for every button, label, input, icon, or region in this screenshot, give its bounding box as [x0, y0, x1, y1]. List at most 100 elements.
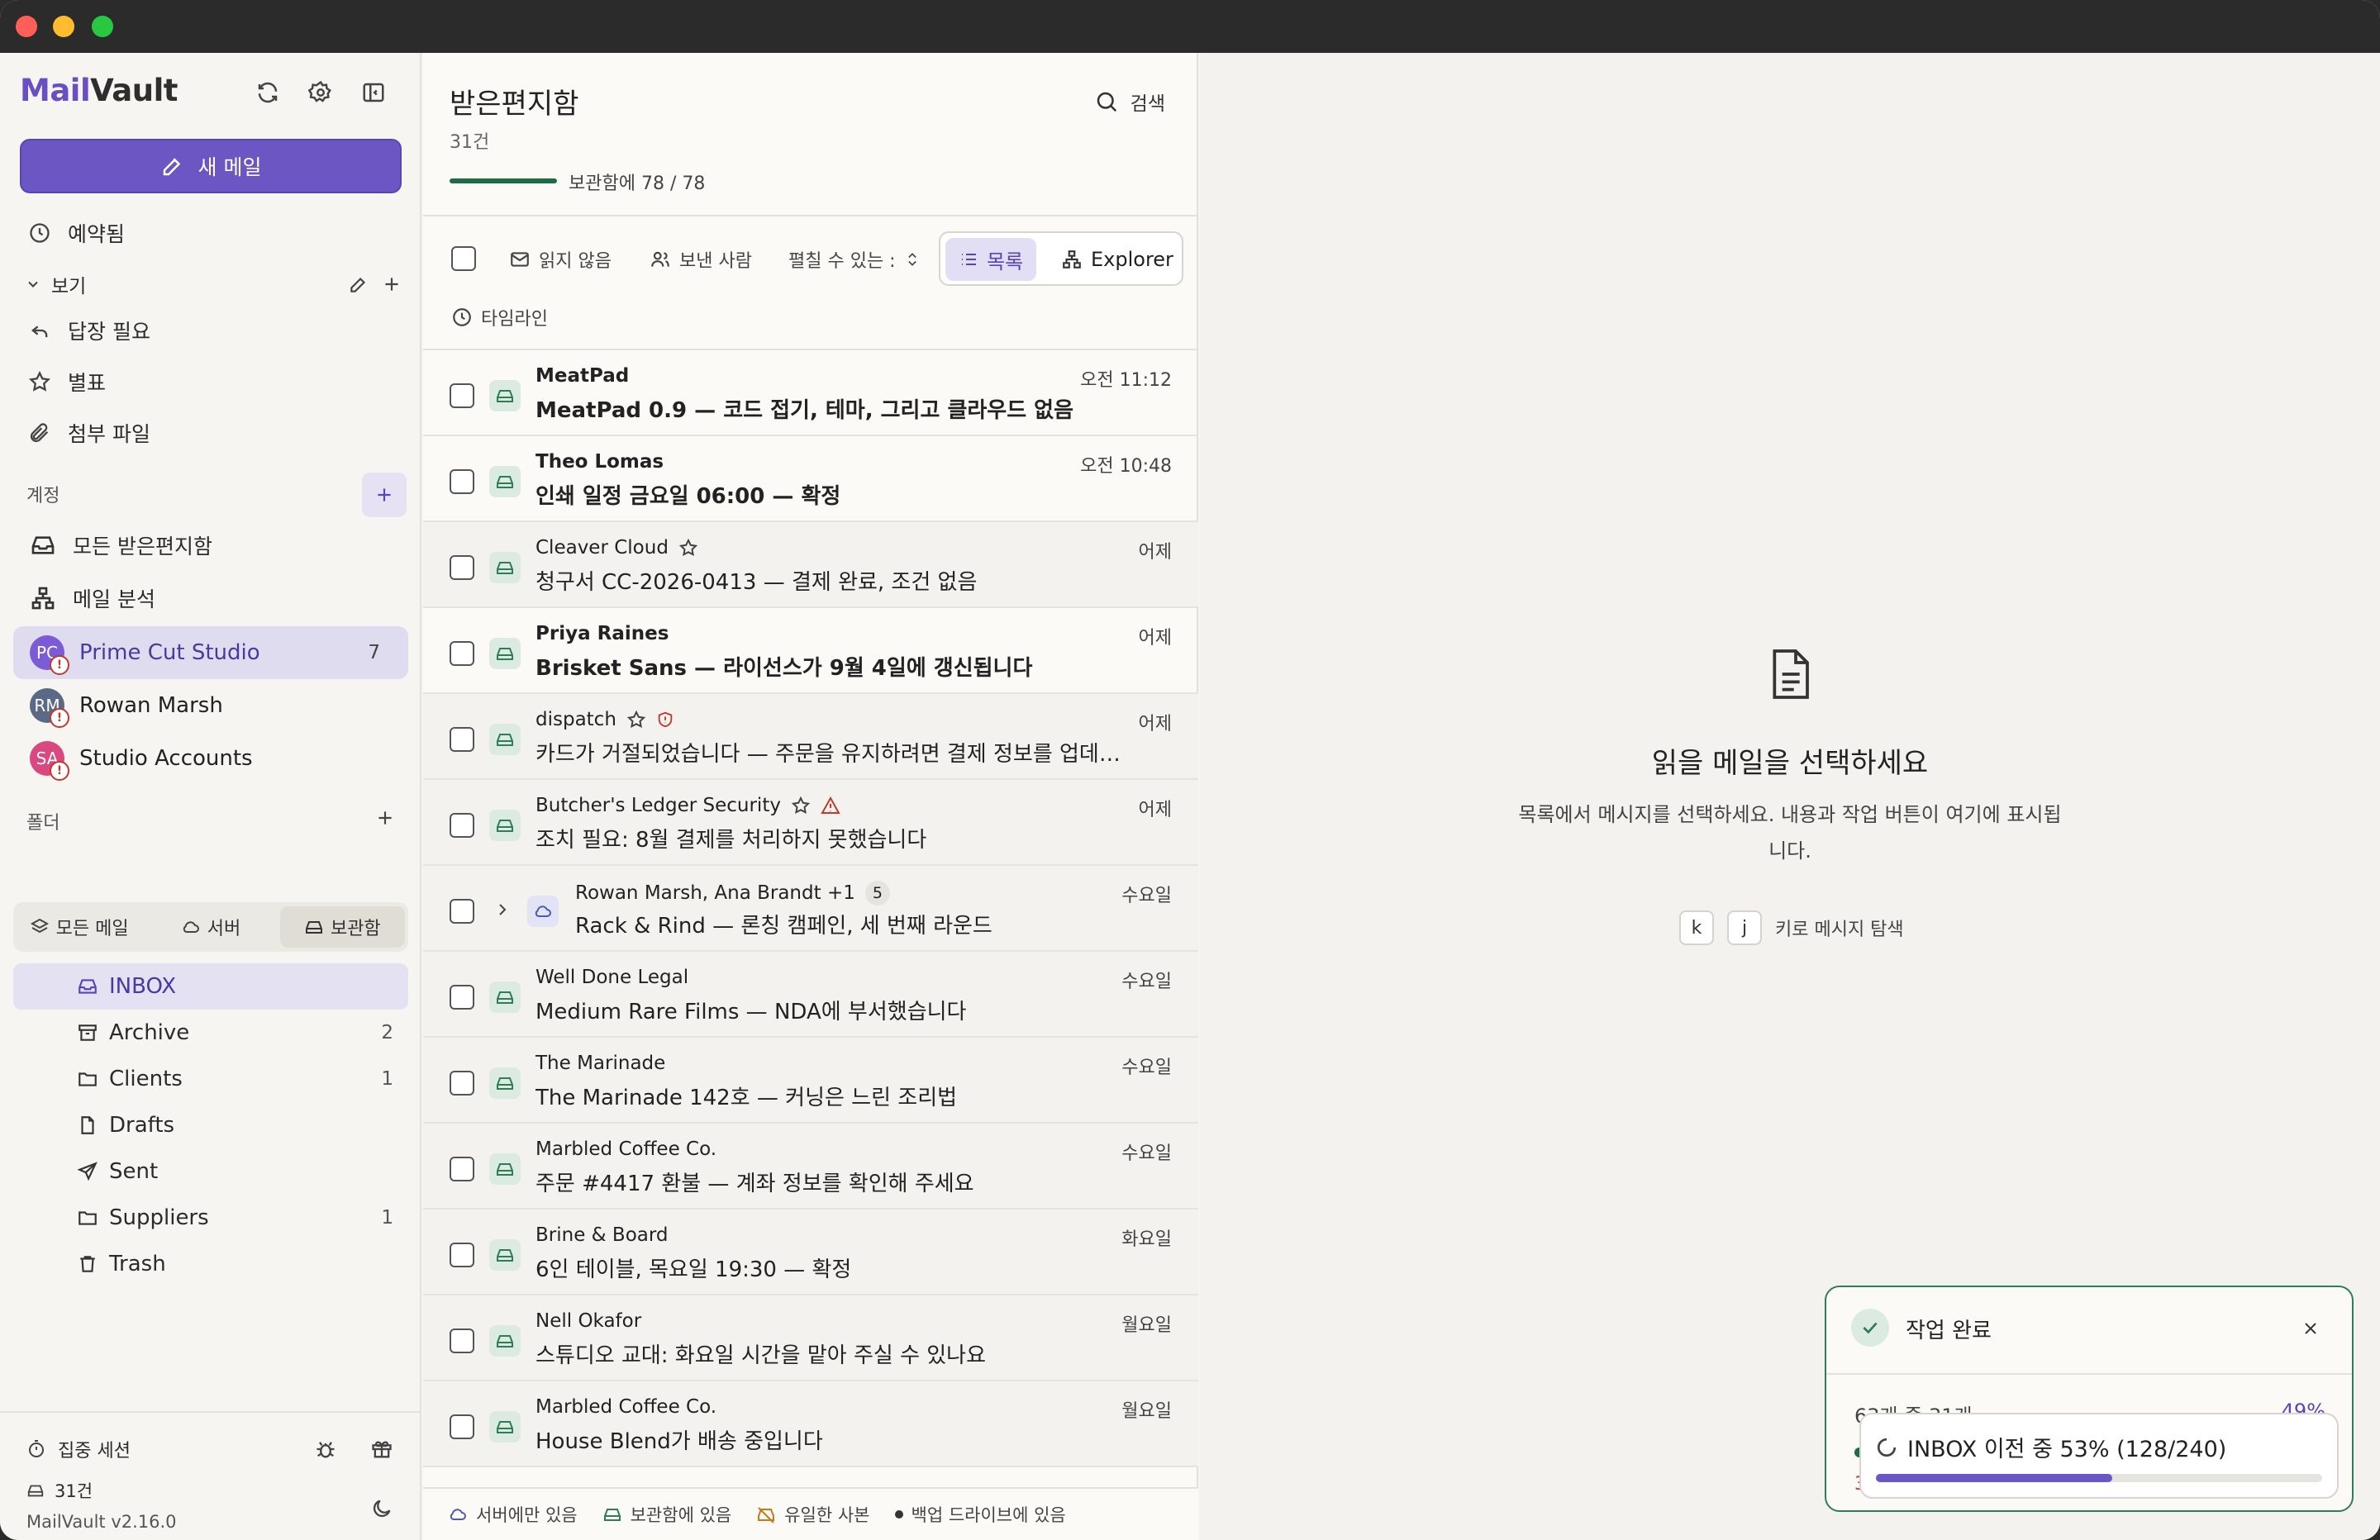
folder-archive[interactable]: Archive 2 [13, 1010, 408, 1056]
view-explorer-button[interactable]: Explorer [1048, 238, 1187, 281]
row-checkbox[interactable] [450, 469, 474, 494]
drive-icon [489, 1153, 521, 1185]
table-row[interactable]: Rowan Marsh, Ana Brandt +1 5 Rack & Rind —… [423, 866, 1198, 952]
search-icon [1097, 92, 1116, 112]
view-toggle: 목록 Explorer [939, 231, 1183, 286]
row-checkbox[interactable] [450, 727, 474, 752]
row-date: 수요일 [1121, 972, 1172, 992]
select-all-checkbox[interactable] [451, 246, 476, 271]
row-checkbox[interactable] [450, 641, 474, 666]
row-checkbox[interactable] [450, 1157, 474, 1181]
thread-count-badge: 5 [864, 881, 890, 905]
bug-icon[interactable] [307, 1431, 344, 1467]
edit-views-icon[interactable] [340, 266, 377, 302]
row-subject: 조치 필요: 8월 결제를 처리하지 못했습니다 [536, 828, 927, 853]
folder-drafts[interactable]: Drafts [13, 1102, 408, 1148]
row-date: 어제 [1138, 628, 1172, 649]
star-icon[interactable] [791, 796, 811, 815]
row-checkbox[interactable] [450, 1328, 474, 1353]
folder-suppliers[interactable]: Suppliers 1 [13, 1195, 408, 1241]
folder-clients[interactable]: Clients 1 [13, 1056, 408, 1102]
sidebar-item-attachments[interactable]: 첨부 파일 [28, 416, 150, 449]
zoom-window-button[interactable] [92, 16, 113, 37]
search-button[interactable]: 검색 [1094, 88, 1165, 116]
table-row[interactable]: Nell Okafor 스튜디오 교대: 화요일 시간을 맡아 주실 수 있나요 월… [423, 1295, 1198, 1381]
focus-session-button[interactable]: 집중 세션 [26, 1433, 131, 1466]
table-row[interactable]: Priya Raines Brisket Sans — 라이선스가 9월 4일에 … [423, 608, 1198, 694]
segment-server[interactable]: 서버 [148, 906, 273, 948]
sender-name: Priya Raines [536, 623, 669, 644]
archive-icon [79, 1024, 97, 1041]
sidebar-item-all-inboxes[interactable]: 모든 받은편지함 [30, 529, 212, 562]
sidebar-item-needs-reply[interactable]: 답장 필요 [28, 314, 150, 347]
warning-badge-icon: ! [50, 655, 69, 675]
sidebar-item-mail-analytics[interactable]: 메일 분석 [30, 582, 155, 615]
legend-only-copy: 유일한 사본 [756, 1502, 870, 1527]
sidebar-item-starred[interactable]: 별표 [28, 365, 106, 398]
close-icon[interactable] [2294, 1312, 2327, 1345]
views-section-toggle[interactable]: 보기 [25, 268, 86, 301]
account-studio-accounts[interactable]: SA! Studio Accounts [13, 732, 408, 785]
table-row[interactable]: Theo Lomas 인쇄 일정 금요일 06:00 — 확정 오전 10:48 [423, 436, 1198, 522]
drive-icon [27, 1485, 44, 1497]
key-k: k [1679, 910, 1714, 945]
add-account-icon[interactable] [362, 473, 407, 517]
chevron-right-icon[interactable] [493, 897, 512, 925]
sender-name: Well Done Legal [536, 967, 689, 988]
row-checkbox[interactable] [450, 1243, 474, 1267]
moon-icon[interactable] [364, 1490, 400, 1527]
row-date: 월요일 [1121, 1315, 1172, 1336]
table-row[interactable]: Well Done Legal Medium Rare Films — NDA에 … [423, 952, 1198, 1038]
collapse-sidebar-icon[interactable] [355, 74, 392, 111]
row-checkbox[interactable] [450, 985, 474, 1010]
segment-vault[interactable]: 보관함 [279, 906, 405, 948]
timeline-button[interactable]: 타임라인 [451, 304, 548, 330]
account-rowan-marsh[interactable]: RM! Rowan Marsh [13, 679, 408, 732]
star-icon[interactable] [626, 710, 646, 730]
filter-expandable-select[interactable]: 펼칠 수 있는 : [788, 246, 921, 273]
table-row[interactable]: dispatch 카드가 거절되었습니다 — 주문을 유지하려면 결제 정보를 업… [423, 694, 1198, 780]
gift-icon[interactable] [364, 1431, 400, 1467]
view-list-button[interactable]: 목록 [945, 238, 1037, 281]
row-checkbox[interactable] [450, 813, 474, 838]
row-checkbox[interactable] [450, 383, 474, 408]
account-prime-cut-studio[interactable]: PC! Prime Cut Studio 7 [13, 626, 408, 679]
row-checkbox[interactable] [450, 1071, 474, 1096]
minimize-window-button[interactable] [53, 16, 74, 37]
star-icon[interactable] [678, 538, 698, 558]
drive-icon [489, 638, 521, 669]
table-row[interactable]: Marbled Coffee Co. 주문 #4417 환불 — 계좌 정보를 확… [423, 1124, 1198, 1210]
folder-trash[interactable]: Trash [13, 1241, 408, 1287]
reply-icon [31, 326, 48, 338]
sidebar-item-scheduled[interactable]: 예약됨 [28, 216, 125, 250]
filter-sender[interactable]: 보낸 사람 [650, 246, 752, 273]
table-row[interactable]: Marbled Coffee Co. House Blend가 배송 중입니다 월요… [423, 1381, 1198, 1467]
filter-unread[interactable]: 읽지 않음 [509, 246, 612, 273]
add-view-icon[interactable] [374, 266, 410, 302]
refresh-icon[interactable] [250, 74, 286, 111]
row-checkbox[interactable] [450, 1414, 474, 1439]
segment-all-mail[interactable]: 모든 메일 [17, 906, 141, 948]
row-checkbox[interactable] [450, 899, 474, 924]
row-date: 수요일 [1121, 1058, 1172, 1078]
folder-inbox[interactable]: INBOX [13, 963, 408, 1010]
compose-button[interactable]: 새 메일 [20, 139, 402, 193]
table-row[interactable]: Cleaver Cloud 청구서 CC-2026-0413 — 결제 완료, 조… [423, 522, 1198, 608]
table-row[interactable]: Brine & Board 6인 테이블, 목요일 19:30 — 확정 화요일 [423, 1210, 1198, 1295]
vault-progress-text: 보관함에 78 / 78 [569, 173, 706, 194]
hierarchy-icon [1063, 250, 1081, 269]
table-row[interactable]: The Marinade The Marinade 142호 — 커닝은 느린 조… [423, 1038, 1198, 1124]
close-window-button[interactable] [16, 16, 37, 37]
folder-sent[interactable]: Sent [13, 1148, 408, 1195]
sender-name: MeatPad [536, 365, 630, 387]
spinner-icon [1877, 1438, 1897, 1457]
table-row[interactable]: Butcher's Ledger Security 조치 필요: 8월 결제를 처… [423, 780, 1198, 866]
row-date: 수요일 [1121, 1143, 1172, 1164]
table-row[interactable]: MeatPad MeatPad 0.9 — 코드 접기, 테마, 그리고 클라우드… [423, 350, 1198, 436]
layers-icon [30, 918, 49, 934]
gear-icon[interactable] [302, 74, 339, 111]
empty-state-title: 읽을 메일을 선택하세요 [1651, 747, 1929, 780]
legend-server-only: 서버에만 있음 [448, 1502, 578, 1527]
add-folder-icon[interactable] [367, 800, 403, 836]
row-checkbox[interactable] [450, 555, 474, 580]
